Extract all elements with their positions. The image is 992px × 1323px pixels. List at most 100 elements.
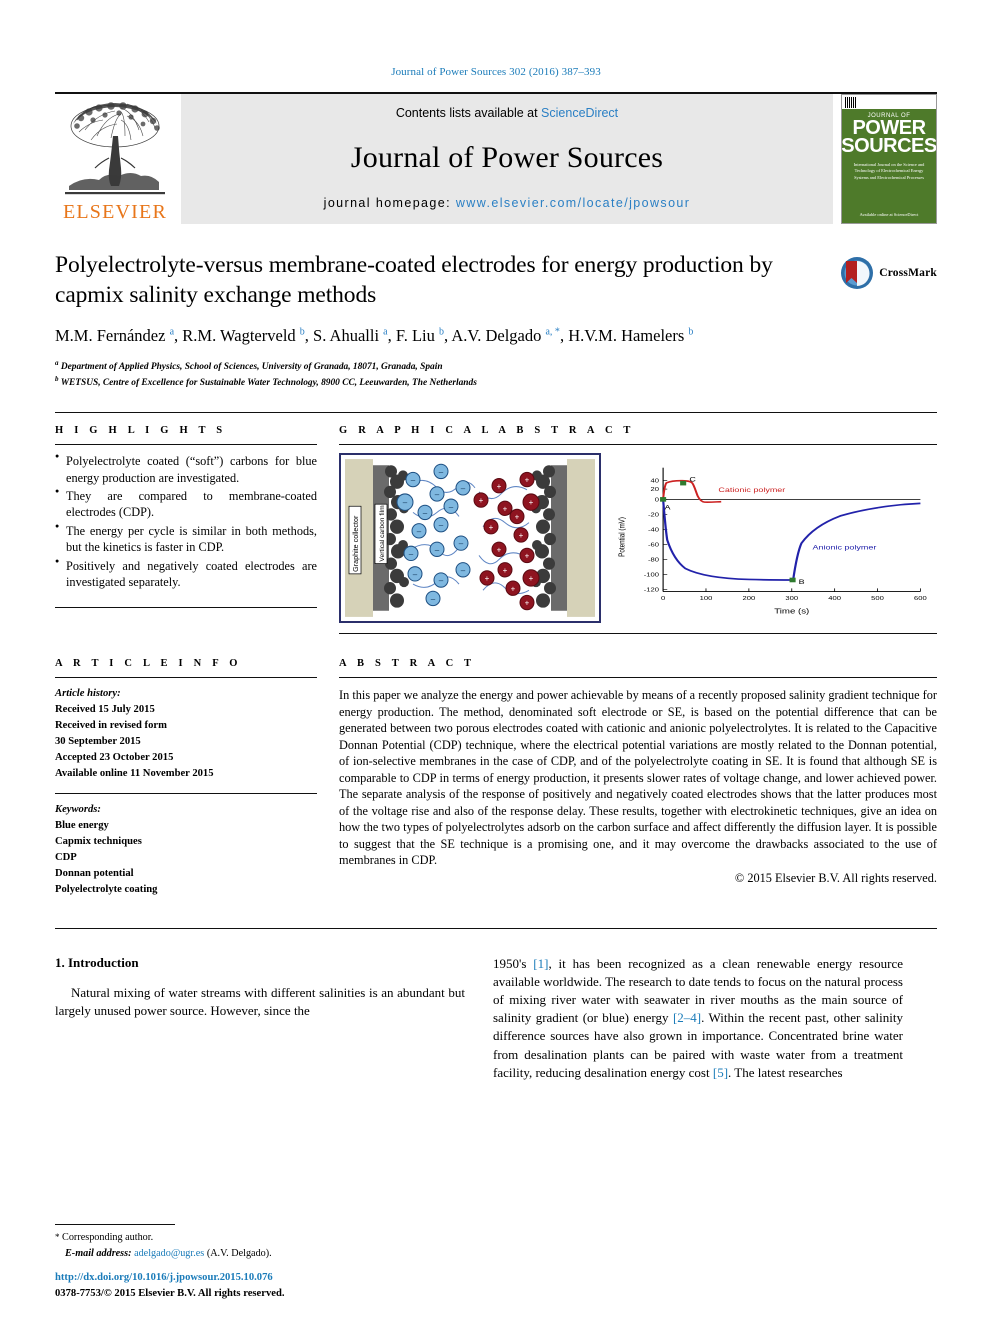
svg-text:+: + [525,599,530,608]
list-item: The energy per cycle is similar in both … [55,522,317,556]
running-head: Journal of Power Sources 302 (2016) 387–… [391,66,601,78]
body-paragraph: Natural mixing of water streams with dif… [55,984,465,1018]
y-axis-label: Potential (mV) [616,517,626,557]
author-item[interactable]: S. Ahualli a [313,326,388,345]
svg-text:100: 100 [700,596,713,602]
svg-text:-60: -60 [648,542,659,548]
highlights-heading: H I G H L I G H T S [55,425,227,437]
article-history-label: Article history: [55,688,121,700]
page-title: Polyelectrolyte-versus membrane-coated e… [55,252,773,309]
svg-text:–: – [409,549,414,558]
author-affil-marker: b [439,326,445,338]
crossmark-badge[interactable]: CrossMark [840,256,937,290]
cover-footer: Available online at ScienceDirect [859,212,919,217]
svg-text:+: + [497,545,502,554]
svg-text:500: 500 [871,596,884,602]
divider [55,677,317,679]
svg-text:+: + [503,566,508,575]
journal-homepage-line: journal homepage: www.elsevier.com/locat… [324,196,691,210]
svg-text:B: B [799,578,805,586]
svg-text:–: – [461,484,466,493]
author-item[interactable]: A.V. Delgado a, * [451,326,560,345]
author-affil-marker: b [688,326,694,338]
svg-text:Vertical carbon film: Vertical carbon film [379,505,386,562]
svg-text:+: + [525,551,530,560]
author-item[interactable]: R.M. Wagterveld b [182,326,305,345]
corresponding-author-footnote: * Corresponding author. E-mail address: … [55,1224,465,1261]
homepage-prefix: journal homepage: [323,196,456,210]
article-body: 1. Introduction Natural mixing of water … [55,927,937,1082]
author-item[interactable]: F. Liu b [396,326,444,345]
article-info-section: A R T I C L E I N F O Article history: R… [55,658,317,898]
abstract-heading: A B S T R A C T [339,658,476,670]
keywords-block: Keywords: Blue energy Capmix techniques … [55,802,317,897]
abstract-section: A B S T R A C T In this paper we analyze… [339,658,937,898]
articleinfo-and-abstract: A R T I C L E I N F O Article history: R… [55,646,937,898]
body-paragraph: 1950's [1], it has been recognized as a … [493,955,903,1082]
keywords-label: Keywords: [55,804,101,816]
potential-vs-time-chart: 40 20 0 -20 -40 -60 -80 -100 -120 0 100 … [605,453,937,624]
affiliation-item: a Department of Applied Physics, School … [55,358,443,372]
homepage-link[interactable]: www.elsevier.com/locate/jpowsour [456,196,690,210]
crossmark-label: CrossMark [879,267,937,279]
list-item: They are compared to membrane-coated ele… [55,487,317,521]
history-item: Available online 11 November 2015 [55,767,214,779]
svg-text:–: – [439,521,444,530]
svg-text:+: + [479,496,484,505]
history-item: Accepted 23 October 2015 [55,751,174,763]
svg-text:300: 300 [785,596,798,602]
issn-copyright: 0378-7753/© 2015 Elsevier B.V. All right… [55,1287,285,1299]
text-run: . The latest researches [728,1064,843,1080]
doi-link[interactable]: http://dx.doi.org/10.1016/j.jpowsour.201… [55,1270,505,1285]
svg-text:–: – [435,490,440,499]
email-link[interactable]: adelgado@ugr.es [134,1248,204,1259]
svg-text:–: – [431,594,436,603]
svg-text:+: + [489,523,494,532]
sciencedirect-link[interactable]: ScienceDirect [541,106,618,120]
footnote-rule [55,1224,175,1226]
svg-text:+: + [503,504,508,513]
list-item: Positively and negatively coated electro… [55,557,317,591]
article-info-heading: A R T I C L E I N F O [55,658,242,670]
svg-text:–: – [459,539,464,548]
svg-text:+: + [519,531,524,540]
divider [55,606,317,608]
svg-text:–: – [439,576,444,585]
svg-text:–: – [411,476,416,485]
graphical-abstract-heading: G R A P H I C A L A B S T R A C T [339,425,635,437]
svg-text:-40: -40 [648,527,659,533]
abstract-text: In this paper we analyze the energy and … [339,688,937,868]
keyword-item: CDP [55,852,77,864]
svg-text:–: – [403,498,408,507]
citation-ref[interactable]: [2–4] [673,1010,701,1025]
svg-text:–: – [413,570,418,579]
author-affil-marker: b [299,326,305,338]
affiliations: a Department of Applied Physics, School … [55,358,937,390]
barcode-icon [845,96,857,108]
svg-text:–: – [417,527,422,536]
electrode-schematic: – – – – – – – – – – – – – – – – + + + + … [339,453,601,624]
citation-ref[interactable]: [5] [713,1065,728,1080]
divider [55,793,317,795]
svg-text:+: + [497,482,502,491]
keyword-item: Blue energy [55,820,109,832]
highlights-list: Polyelectrolyte coated (“soft”) carbons … [55,452,317,591]
cover-header-strip [842,95,936,109]
author-item[interactable]: H.V.M. Hamelers b [568,326,693,345]
svg-text:+: + [529,498,534,507]
author-item[interactable]: M.M. Fernández a [55,326,174,345]
history-item: Received in revised form [55,719,167,731]
elsevier-tree-icon [65,102,165,195]
journal-article-page: Journal of Power Sources 302 (2016) 387–… [0,0,992,1323]
body-column-left: 1. Introduction Natural mixing of water … [55,955,465,1082]
citation-ref[interactable]: [1] [533,956,548,971]
svg-text:40: 40 [650,478,659,484]
svg-text:-120: -120 [644,587,659,593]
svg-text:A: A [664,504,671,512]
author-affil-marker: a, * [545,326,560,338]
journal-banner: Contents lists available at ScienceDirec… [181,94,833,224]
email-owner: (A.V. Delgado). [206,1247,272,1259]
svg-text:–: – [435,545,440,554]
divider [55,444,317,446]
svg-text:400: 400 [828,596,841,602]
